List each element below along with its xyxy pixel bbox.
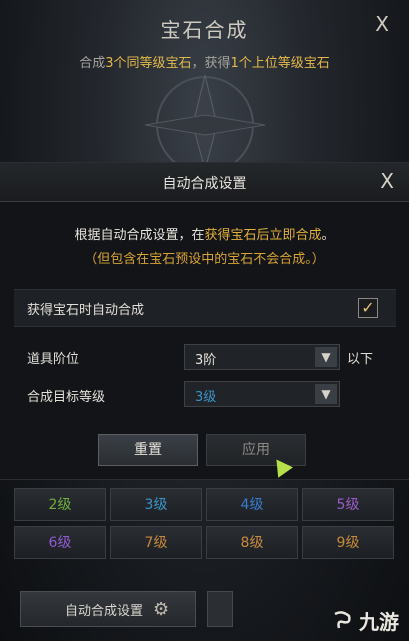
reset-button[interactable]: 重置: [98, 434, 198, 466]
apply-button[interactable]: 应用: [206, 434, 306, 466]
grade-7-tab[interactable]: 7级: [110, 526, 202, 559]
grade-8-tab[interactable]: 8级: [206, 526, 298, 559]
gear-icon: ⚙: [153, 598, 170, 620]
panel-close-icon[interactable]: X: [375, 12, 389, 36]
item-tier-select[interactable]: 3阶 ▼: [184, 344, 340, 370]
modal-header: 自动合成设置 X: [0, 163, 409, 202]
watermark-icon: [334, 610, 351, 628]
grade-grid: 2级 3级 4级 5级 6级 7级 8级 9级: [14, 488, 398, 559]
auto-synthesis-settings-button[interactable]: 自动合成设置 ⚙: [20, 591, 196, 627]
grade-4-tab[interactable]: 4级: [206, 488, 298, 521]
modal-note: （但包含在宝石预设中的宝石不会合成。）: [84, 252, 325, 267]
item-tier-value: 3阶: [195, 353, 217, 368]
target-grade-label: 合成目标等级: [27, 390, 106, 405]
grade-6-tab[interactable]: 6级: [14, 526, 106, 559]
auto-synthesis-label: 自动合成设置: [65, 603, 144, 619]
auto-synthesis-checkbox[interactable]: ✓: [358, 298, 378, 318]
modal-description: 根据自动合成设置，在获得宝石后立即合成。: [74, 228, 335, 243]
item-tier-suffix: 以下: [347, 352, 374, 367]
grade-9-tab[interactable]: 9级: [302, 526, 394, 559]
item-tier-label: 道具阶位: [27, 352, 80, 367]
auto-synthesis-modal: 自动合成设置 X 根据自动合成设置，在获得宝石后立即合成。 （但包含在宝石预设中…: [0, 163, 409, 479]
grade-3-tab[interactable]: 3级: [110, 488, 202, 521]
chevron-down-icon: ▼: [315, 347, 337, 367]
grade-2-tab[interactable]: 2级: [14, 488, 106, 521]
modal-close-icon[interactable]: X: [380, 169, 394, 193]
auto-synthesis-option-label: 获得宝石时自动合成: [27, 303, 145, 318]
grade-5-tab[interactable]: 5级: [302, 488, 394, 521]
watermark-text: 九游: [359, 610, 399, 634]
side-button[interactable]: [207, 591, 233, 627]
auto-synthesis-row[interactable]: 获得宝石时自动合成 ✓: [14, 289, 396, 327]
watermark-logo: 九游: [331, 606, 399, 635]
emblem-decoration: [144, 74, 266, 170]
target-grade-value: 3级: [195, 390, 217, 405]
panel-subtitle: 合成3个同等级宝石，获得1个上位等级宝石: [79, 56, 330, 71]
modal-title: 自动合成设置: [162, 176, 247, 192]
chevron-down-icon: ▼: [315, 384, 337, 404]
target-grade-select[interactable]: 3级 ▼: [184, 381, 340, 407]
panel-title: 宝石合成: [160, 18, 249, 42]
